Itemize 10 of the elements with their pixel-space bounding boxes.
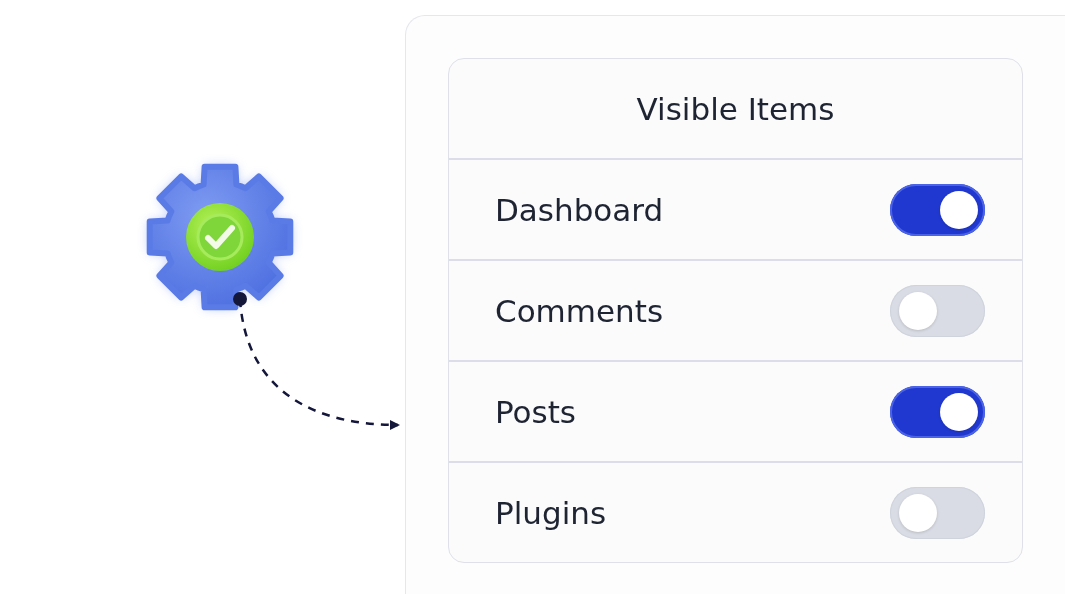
card-title: Visible Items (449, 59, 1022, 160)
toggle-switch[interactable] (890, 284, 985, 337)
item-label: Comments (495, 292, 664, 329)
item-label: Posts (495, 393, 576, 430)
item-label: Plugins (495, 494, 607, 531)
gear-check-icon (146, 163, 294, 311)
toggle-switch[interactable] (890, 486, 985, 539)
toggle-switch[interactable] (890, 183, 985, 236)
item-label: Dashboard (495, 191, 664, 228)
toggle-switch[interactable] (890, 385, 985, 438)
